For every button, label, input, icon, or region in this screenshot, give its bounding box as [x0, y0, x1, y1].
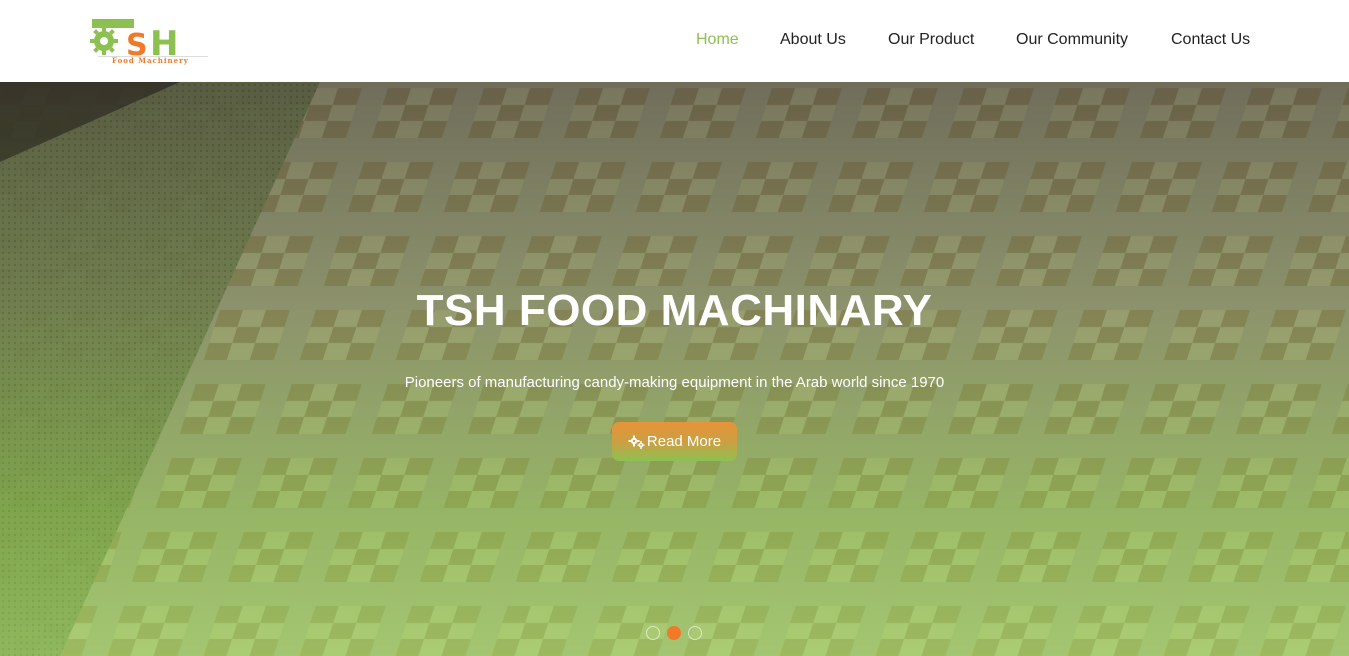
gear-icon	[90, 27, 118, 55]
slider-dot-3[interactable]	[688, 626, 702, 640]
read-more-label: Read More	[646, 433, 722, 450]
site-header: S H Food Machinery Home About Us Our Pro…	[0, 0, 1349, 82]
slider-dot-1[interactable]	[646, 626, 660, 640]
nav-our-community[interactable]: Our Community	[1016, 29, 1128, 51]
gears-icon	[628, 435, 645, 449]
nav-home[interactable]: Home	[696, 29, 739, 51]
logo-graphic: S H Food Machinery	[90, 19, 208, 65]
nav-about-us[interactable]: About Us	[780, 29, 846, 51]
nav-our-product[interactable]: Our Product	[888, 29, 974, 51]
logo[interactable]: S H Food Machinery	[90, 17, 210, 65]
nav-contact-us[interactable]: Contact Us	[1171, 29, 1250, 51]
read-more-button[interactable]: Read More	[612, 422, 737, 461]
hero-overlay	[0, 82, 1349, 656]
hero-subtitle: Pioneers of manufacturing candy-making e…	[404, 374, 945, 391]
hero-title: TSH FOOD MACHINARY	[416, 286, 933, 335]
slider-dots	[646, 626, 706, 642]
slider-dot-2[interactable]	[667, 626, 681, 640]
logo-tagline: Food Machinery	[112, 56, 189, 65]
hero-slider: TSH FOOD MACHINARY Pioneers of manufactu…	[0, 82, 1349, 656]
